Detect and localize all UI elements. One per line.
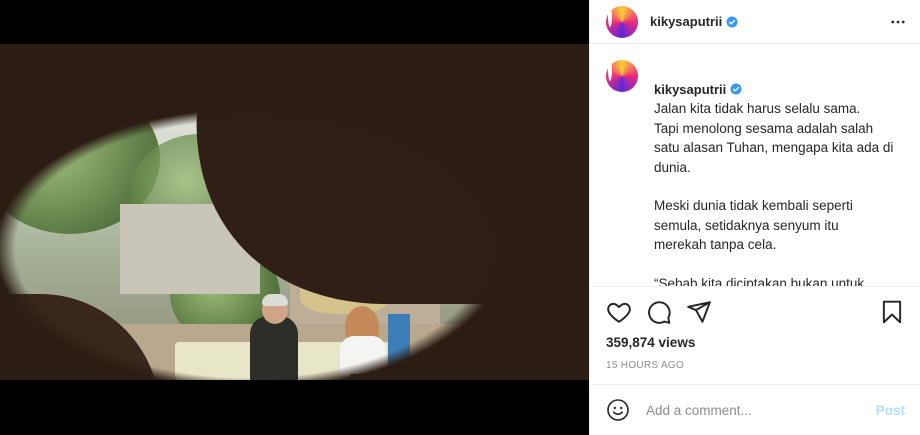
comment-input[interactable] <box>646 402 876 418</box>
comment-bar: Post <box>590 384 920 435</box>
caption-avatar[interactable] <box>606 60 638 92</box>
view-count[interactable]: 359,874 views <box>606 335 905 350</box>
video-player[interactable] <box>0 44 589 380</box>
bookmark-icon[interactable] <box>879 299 905 325</box>
post-sidebar: kikysaputrii kikysaputrii Jalan kita tid… <box>589 0 920 435</box>
caption-paragraph: “Sebab kita diciptakan bukan untuk <box>654 275 865 287</box>
verified-badge-icon <box>726 16 738 27</box>
share-icon[interactable] <box>686 299 712 325</box>
avatar[interactable] <box>606 5 638 38</box>
emoji-icon[interactable] <box>606 398 630 422</box>
more-options-icon <box>891 20 905 24</box>
caption-text: kikysaputrii Jalan kita tidak harus sela… <box>654 60 894 287</box>
caption-section: kikysaputrii Jalan kita tidak harus sela… <box>590 60 920 286</box>
more-options-button[interactable] <box>889 13 907 36</box>
post-comment-button[interactable]: Post <box>876 403 905 418</box>
post-media <box>0 0 589 435</box>
comment-icon[interactable] <box>646 299 672 325</box>
action-bar: 359,874 views 15 HOURS AGO <box>590 286 920 371</box>
caption-paragraph: Meski dunia tidak kembali seperti semula… <box>654 198 853 252</box>
post-header: kikysaputrii <box>590 0 920 44</box>
verified-badge-icon <box>730 83 742 94</box>
video-frame <box>0 44 589 380</box>
username-link[interactable]: kikysaputrii <box>650 14 722 29</box>
caption-username[interactable]: kikysaputrii <box>654 82 726 97</box>
caption-paragraph: Jalan kita tidak harus selalu sama. Tapi… <box>654 101 894 175</box>
post-timestamp[interactable]: 15 HOURS AGO <box>606 360 905 371</box>
heart-icon[interactable] <box>606 299 632 325</box>
